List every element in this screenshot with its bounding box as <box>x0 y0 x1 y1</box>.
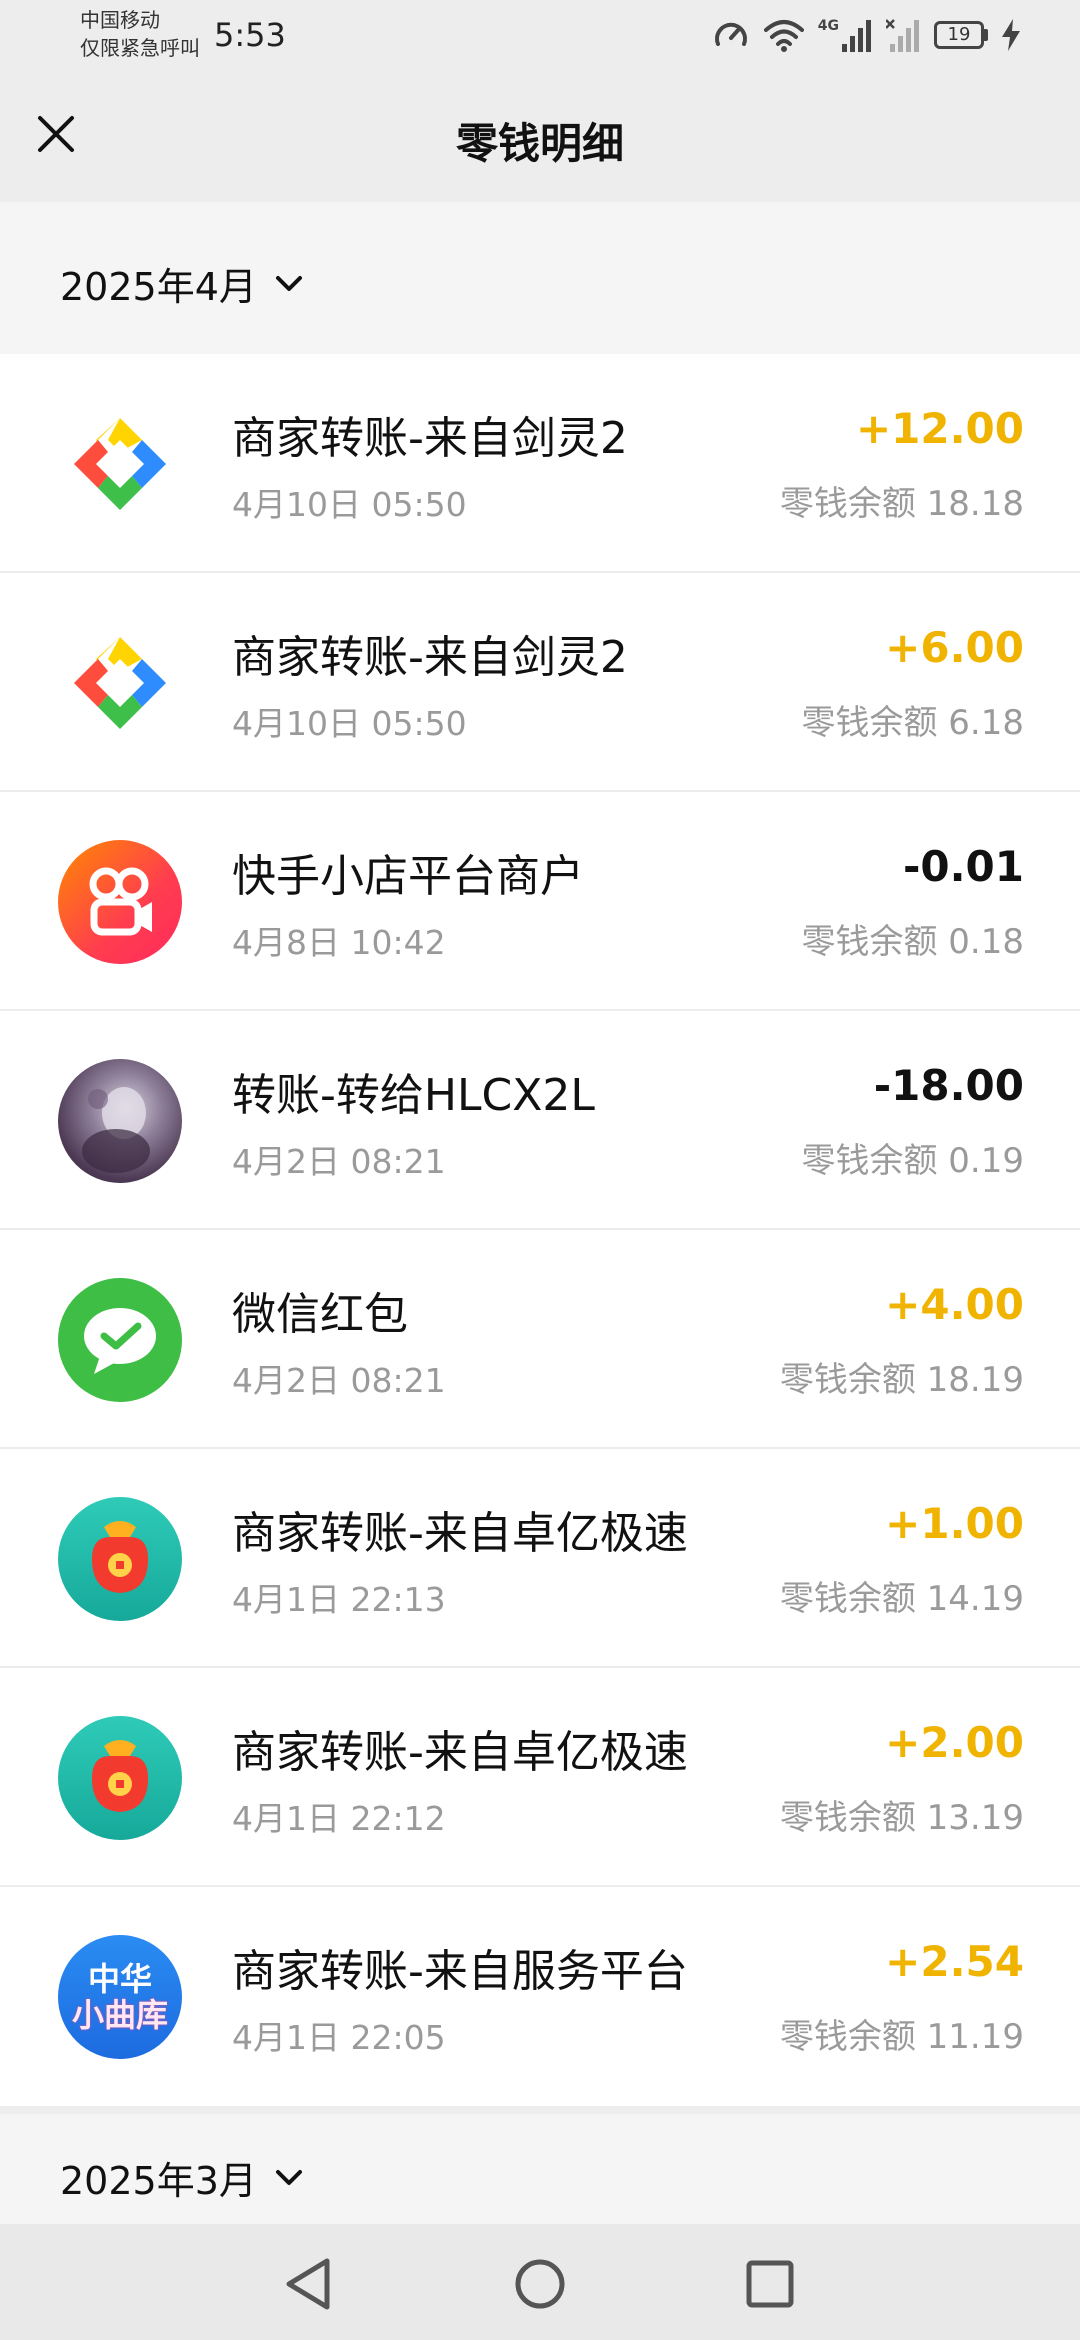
status-bar: 中国移动 仅限紧急呼叫 5:53 4G 19 <box>0 0 1080 72</box>
transaction-balance: 零钱余额 18.18 <box>780 476 1024 525</box>
transaction-amount: +4.00 <box>885 1280 1024 1329</box>
music-library-icon: 中华 小曲库 <box>58 1935 182 2059</box>
transaction-time: 4月2日 08:21 <box>232 1361 446 1400</box>
transaction-amount: +2.54 <box>885 1937 1024 1986</box>
transaction-time: 4月1日 22:12 <box>232 1799 446 1838</box>
transaction-row[interactable]: 微信红包 4月2日 08:21 +4.00 零钱余额 18.19 <box>0 1230 1080 1449</box>
balance-value: 0.19 <box>948 1141 1024 1181</box>
battery-indicator: 19 <box>934 21 988 49</box>
transaction-row[interactable]: 商家转账-来自卓亿极速 4月1日 22:12 +2.00 零钱余额 13.19 <box>0 1668 1080 1887</box>
transaction-balance: 零钱余额 13.19 <box>780 1790 1024 1839</box>
transaction-balance: 零钱余额 11.19 <box>780 2009 1024 2058</box>
transaction-time: 4月10日 05:50 <box>232 704 467 743</box>
carrier-name: 中国移动 <box>80 8 160 32</box>
nav-recent-icon <box>746 2260 794 2308</box>
transaction-title: 商家转账-来自剑灵2 <box>232 632 628 683</box>
transaction-list: 商家转账-来自剑灵2 4月10日 05:50 +12.00 零钱余额 18.18… <box>0 354 1080 2106</box>
transaction-title: 转账-转给HLCX2L <box>232 1070 595 1121</box>
wifi-icon <box>763 20 804 52</box>
nav-home-button[interactable] <box>510 2254 570 2314</box>
transaction-row[interactable]: 商家转账-来自剑灵2 4月10日 05:50 +6.00 零钱余额 6.18 <box>0 573 1080 792</box>
icon-text-line2: 小曲库 <box>71 1996 168 2034</box>
red-bag-icon <box>58 1716 182 1840</box>
colorful-logo-icon <box>58 621 182 745</box>
balance-label: 零钱余额 <box>779 1579 916 1619</box>
balance-label: 零钱余额 <box>801 922 938 962</box>
wechat-icon <box>58 1278 182 1402</box>
transaction-balance: 零钱余额 18.19 <box>780 1352 1024 1401</box>
month-section-header: 2025年3月 <box>0 2114 1080 2224</box>
transaction-row[interactable]: 快手小店平台商户 4月8日 10:42 -0.01 零钱余额 0.18 <box>0 792 1080 1011</box>
balance-label: 零钱余额 <box>779 484 916 524</box>
status-icons: 4G 19 <box>712 16 1020 54</box>
transaction-title: 商家转账-来自卓亿极速 <box>232 1727 688 1778</box>
nav-home-icon <box>515 2259 565 2309</box>
transaction-title: 商家转账-来自卓亿极速 <box>232 1508 688 1559</box>
transaction-amount: +2.00 <box>885 1718 1024 1767</box>
avatar-icon <box>58 1059 182 1183</box>
transaction-amount: +6.00 <box>885 623 1024 672</box>
status-time: 5:53 <box>214 16 286 54</box>
chevron-down-icon <box>275 275 302 291</box>
battery-level: 19 <box>934 21 984 49</box>
nav-back-button[interactable] <box>278 2254 338 2314</box>
signal-no-sim-icon <box>886 19 919 52</box>
balance-value: 18.19 <box>926 1360 1024 1400</box>
chevron-down-icon <box>275 2169 302 2185</box>
transaction-time: 4月1日 22:13 <box>232 1580 446 1619</box>
transaction-amount: +1.00 <box>885 1499 1024 1548</box>
carrier-info: 中国移动 仅限紧急呼叫 <box>80 6 200 62</box>
month-label: 2025年4月 <box>60 265 257 309</box>
transaction-balance: 零钱余额 6.18 <box>801 695 1024 744</box>
transaction-amount: +12.00 <box>855 404 1024 453</box>
balance-value: 18.18 <box>926 484 1024 524</box>
balance-value: 13.19 <box>926 1798 1024 1838</box>
transaction-title: 商家转账-来自服务平台 <box>232 1946 688 1997</box>
balance-label: 零钱余额 <box>779 2017 916 2057</box>
month-selector[interactable]: 2025年4月 <box>60 256 303 311</box>
balance-value: 14.19 <box>926 1579 1024 1619</box>
balance-label: 零钱余额 <box>801 1141 938 1181</box>
balance-value: 11.19 <box>926 2017 1024 2057</box>
carrier-status: 仅限紧急呼叫 <box>80 36 200 60</box>
transaction-time: 4月2日 08:21 <box>232 1142 446 1181</box>
network-type-label: 4G <box>817 18 839 34</box>
page-title: 零钱明细 <box>455 119 624 168</box>
transaction-amount: -0.01 <box>902 842 1024 891</box>
nav-back-icon <box>286 2258 330 2310</box>
month-section-header: 2025年4月 <box>0 202 1080 354</box>
red-bag-icon <box>58 1497 182 1621</box>
transaction-time: 4月8日 10:42 <box>232 923 446 962</box>
balance-label: 零钱余额 <box>801 703 938 743</box>
transaction-row[interactable]: 中华 小曲库 商家转账-来自服务平台 4月1日 22:05 +2.54 零钱余额… <box>0 1887 1080 2106</box>
transaction-time: 4月10日 05:50 <box>232 485 467 524</box>
icon-text-line1: 中华 <box>87 1960 152 1998</box>
balance-label: 零钱余额 <box>779 1798 916 1838</box>
nav-recent-button[interactable] <box>740 2254 800 2314</box>
transaction-balance: 零钱余额 0.18 <box>801 914 1024 963</box>
signal-icon <box>842 20 871 52</box>
system-nav-bar <box>0 2224 1080 2340</box>
balance-value: 6.18 <box>948 703 1024 743</box>
month-label: 2025年3月 <box>60 2159 257 2203</box>
transaction-balance: 零钱余额 14.19 <box>780 1571 1024 1620</box>
speed-meter-icon <box>714 22 747 46</box>
transaction-row[interactable]: 商家转账-来自卓亿极速 4月1日 22:13 +1.00 零钱余额 14.19 <box>0 1449 1080 1668</box>
transaction-balance: 零钱余额 0.19 <box>801 1133 1024 1182</box>
transaction-row[interactable]: 商家转账-来自剑灵2 4月10日 05:50 +12.00 零钱余额 18.18 <box>0 354 1080 573</box>
transaction-title: 微信红包 <box>232 1289 408 1340</box>
colorful-logo-icon <box>58 402 182 526</box>
app-header: 零钱明细 <box>0 72 1080 202</box>
charging-icon <box>1002 19 1020 51</box>
kuaishou-icon <box>58 840 182 964</box>
transaction-amount: -18.00 <box>873 1061 1024 1110</box>
balance-label: 零钱余额 <box>779 1360 916 1400</box>
transaction-time: 4月1日 22:05 <box>232 2018 446 2057</box>
transaction-row[interactable]: 转账-转给HLCX2L 4月2日 08:21 -18.00 零钱余额 0.19 <box>0 1011 1080 1230</box>
balance-value: 0.18 <box>948 922 1024 962</box>
month-selector[interactable]: 2025年3月 <box>60 2150 303 2205</box>
transaction-title: 商家转账-来自剑灵2 <box>232 413 628 464</box>
transaction-title: 快手小店平台商户 <box>232 851 584 902</box>
